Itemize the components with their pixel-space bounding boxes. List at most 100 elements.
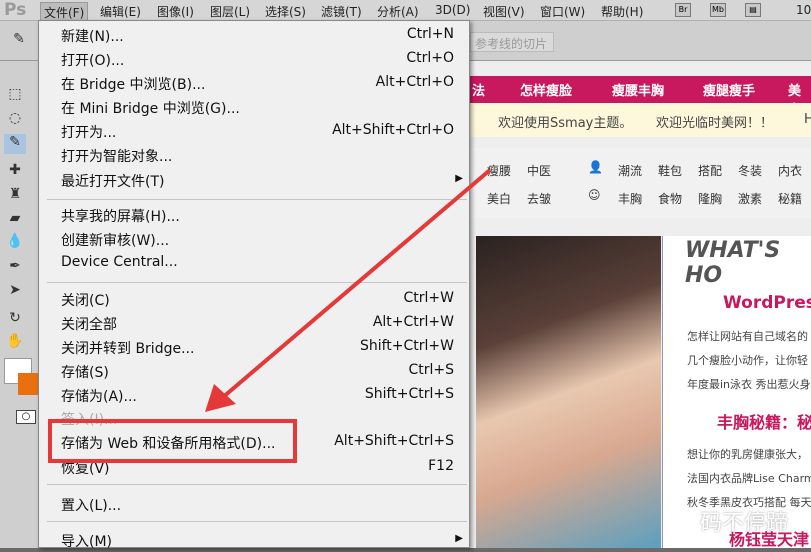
mini-bridge-button[interactable]: Mb (710, 3, 726, 17)
nav-item[interactable]: 瘦腰丰胸 (612, 80, 664, 99)
pen-tool-icon[interactable]: ✒ (4, 258, 26, 278)
menu-item-place[interactable]: 置入(L)... (39, 492, 469, 516)
category-link[interactable]: 瘦腰 (487, 162, 511, 179)
toolbox: ⬚ ◌ ✎ ✚ ♜ ▰ 💧 ✒ ➤ ↻ ✋ ○ (0, 61, 38, 548)
category-link[interactable]: 食物 (658, 190, 682, 207)
category-link[interactable]: 潮流 (618, 162, 642, 179)
menu-item-label: 关闭全部 (61, 317, 117, 333)
menu-item-create-review[interactable]: 创建新审核(W)... (39, 227, 469, 251)
menu-item-shortcut: Ctrl+O (406, 50, 454, 66)
eraser-tool-icon[interactable]: ▰ (4, 210, 26, 230)
category-link[interactable]: 鞋包 (658, 162, 682, 179)
menu-item-close-all[interactable]: 关闭全部 Alt+Ctrl+W (39, 311, 469, 335)
menu-item-share-screen[interactable]: 共享我的屏幕(H)... (39, 203, 469, 227)
menu-item-label: 在 Mini Bridge 中浏览(G)... (61, 101, 240, 117)
article-title[interactable]: 丰胸秘籍：秘 (717, 409, 811, 433)
bridge-button[interactable]: Br (675, 3, 691, 17)
nav-item[interactable]: 法 (472, 80, 485, 99)
category-link[interactable]: 中医 (527, 162, 551, 179)
file-menu: 新建(N)... Ctrl+N 打开(O)... Ctrl+O 在 Bridge 中… (38, 20, 470, 550)
marquee-tool-icon[interactable]: ⬚ (4, 86, 26, 106)
menu-item-open[interactable]: 打开(O)... Ctrl+O (39, 47, 469, 71)
menu-3d[interactable]: 3D(D) (432, 2, 473, 18)
menu-item-open-as[interactable]: 打开为... Alt+Shift+Ctrl+O (39, 119, 469, 143)
menu-view[interactable]: 视图(V) (480, 2, 528, 21)
menu-item-recent-files[interactable]: 最近打开文件(T) ▶ (39, 168, 469, 192)
article-link[interactable]: 法国内衣品牌Lise Charm (687, 470, 811, 486)
menu-item-shortcut: Alt+Ctrl+O (375, 74, 454, 90)
menu-item-save[interactable]: 存储(S) Ctrl+S (39, 359, 469, 383)
category-link[interactable]: 丰胸 (618, 190, 642, 207)
slice-tool-icon[interactable]: ✎ (4, 134, 26, 154)
menu-item-device-central[interactable]: Device Central... (39, 251, 469, 275)
category-link[interactable]: 去皱 (527, 190, 551, 207)
nav-item[interactable]: 瘦腿瘦手 (703, 80, 755, 99)
menu-item-label: 打开为智能对象... (61, 149, 173, 165)
menu-bar: Ps 文件(F) 编辑(E) 图像(I) 图层(L) 选择(S) 滤镜(T) 分… (0, 0, 811, 23)
menu-analysis[interactable]: 分析(A) (374, 2, 422, 21)
category-link[interactable]: 美白 (487, 190, 511, 207)
menu-item-browse-bridge[interactable]: 在 Bridge 中浏览(B)... Alt+Ctrl+O (39, 71, 469, 95)
path-select-icon[interactable]: ➤ (4, 282, 26, 302)
person-icon: 👤 (588, 160, 603, 174)
menu-item-label: 新建(N)... (61, 29, 124, 45)
menu-item-shortcut: Alt+Shift+Ctrl+S (334, 433, 454, 449)
quick-mask-icon[interactable]: ○ (16, 410, 36, 424)
background-color[interactable] (18, 373, 38, 395)
category-link[interactable]: 内衣 (778, 162, 802, 179)
nav-item[interactable]: 怎样瘦脸 (520, 80, 572, 99)
menu-item-shortcut: Shift+Ctrl+W (359, 338, 454, 354)
menu-item-label: 打开(O)... (61, 53, 125, 69)
document-canvas: 法 怎样瘦脸 瘦腰丰胸 瘦腿瘦手 美容 欢迎使用Ssmay主题。 欢迎光临时美网… (470, 61, 811, 549)
article-title[interactable]: WordPress (723, 293, 811, 313)
menu-help[interactable]: 帮助(H) (598, 2, 646, 21)
category-link[interactable]: 激素 (738, 190, 762, 207)
whats-hot-heading: WHAT'S HO (685, 238, 781, 288)
blur-tool-icon[interactable]: 💧 (4, 233, 26, 253)
photoshop-logo: Ps (4, 0, 27, 20)
menu-item-label: 存储(S) (61, 365, 109, 381)
welcome-bar: 欢迎使用Ssmay主题。 欢迎光临时美网！！ H (470, 103, 811, 137)
article-link[interactable]: 想让你的乳房健康张大， (687, 446, 808, 462)
menu-item-open-smart-object[interactable]: 打开为智能对象... (39, 143, 469, 167)
menu-edit[interactable]: 编辑(E) (97, 2, 144, 21)
category-link[interactable]: 搭配 (698, 162, 722, 179)
screen-mode-button[interactable]: ▤ (745, 3, 761, 17)
category-link[interactable]: 冬装 (738, 162, 762, 179)
slice-field[interactable]: 参考线的切片 (470, 32, 554, 52)
submenu-arrow-icon: ▶ (455, 173, 463, 184)
category-link[interactable]: 隆胸 (698, 190, 722, 207)
article-link[interactable]: 怎样让网站有自己域名的 (687, 328, 808, 344)
hand-tool-icon[interactable]: ✋ (4, 333, 26, 353)
menu-filter[interactable]: 滤镜(T) (318, 2, 365, 21)
article-link[interactable]: 年度最in泳衣 秀出惹火身 (687, 376, 811, 392)
menu-item-close-go-bridge[interactable]: 关闭并转到 Bridge... Shift+Ctrl+W (39, 335, 469, 359)
menu-window[interactable]: 窗口(W) (537, 2, 588, 21)
menu-item-label: 关闭并转到 Bridge... (61, 341, 195, 357)
menu-item-new[interactable]: 新建(N)... Ctrl+N (39, 23, 469, 47)
lasso-tool-icon[interactable]: ◌ (4, 110, 26, 130)
rotate-3d-icon[interactable]: ↻ (4, 310, 26, 330)
menu-item-import[interactable]: 导入(M) ▶ (39, 528, 469, 552)
slice-tool-icon: ✎ (13, 31, 25, 47)
menu-item-label: Device Central... (61, 254, 178, 270)
menu-item-browse-mini-bridge[interactable]: 在 Mini Bridge 中浏览(G)... (39, 95, 469, 119)
menu-item-label: 打开为... (61, 125, 117, 141)
menu-item-shortcut: Shift+Ctrl+S (364, 386, 454, 402)
welcome-text: H (804, 112, 811, 127)
menu-image[interactable]: 图像(I) (154, 2, 197, 21)
category-link[interactable]: 秘籍 (778, 190, 802, 207)
highlight-box (48, 419, 297, 463)
menu-item-shortcut: Alt+Ctrl+W (372, 314, 454, 330)
model-photo (476, 236, 661, 548)
zoom-level[interactable]: 10 (793, 2, 811, 18)
menu-item-close[interactable]: 关闭(C) Ctrl+W (39, 287, 469, 311)
menu-separator (47, 521, 467, 522)
stamp-tool-icon[interactable]: ♜ (4, 186, 26, 206)
healing-brush-icon[interactable]: ✚ (4, 162, 26, 182)
menu-select[interactable]: 选择(S) (262, 2, 309, 21)
menu-item-save-as[interactable]: 存储为(A)... Shift+Ctrl+S (39, 383, 469, 407)
menu-item-shortcut: F12 (428, 458, 454, 474)
menu-layer[interactable]: 图层(L) (207, 2, 253, 21)
article-link[interactable]: 几个瘦脸小动作，让你轻 (687, 352, 808, 368)
